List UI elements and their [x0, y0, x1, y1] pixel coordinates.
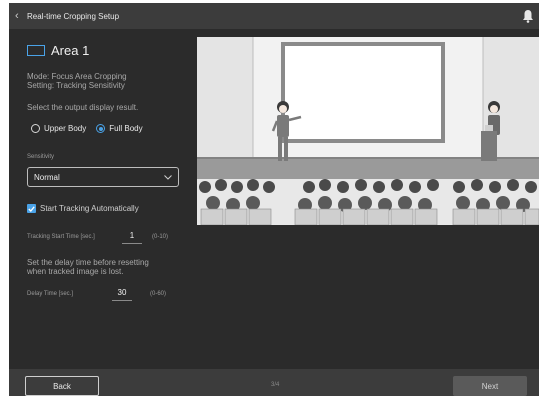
bell-icon[interactable]: [522, 9, 534, 23]
radio-label: Upper Body: [44, 124, 87, 133]
chevron-down-icon: [164, 174, 172, 180]
radio-circle-icon[interactable]: [31, 124, 40, 133]
area-header: Area 1: [27, 43, 89, 58]
lecture-hall-image: [197, 37, 539, 225]
area-frame-icon: [27, 45, 45, 56]
page-title: Real-time Cropping Setup: [27, 11, 120, 21]
tracking-start-range: (0-10): [152, 234, 169, 240]
app-window: ‹ Real-time Cropping Setup Area 1 Mode: …: [9, 3, 539, 396]
radio-label: Full Body: [109, 124, 143, 133]
tracking-start-input[interactable]: 1: [122, 231, 142, 244]
page-indicator: 3/4: [271, 382, 280, 388]
radio-upper-body[interactable]: Upper Body: [31, 124, 86, 133]
sensitivity-value: Normal: [34, 172, 60, 182]
auto-tracking-option[interactable]: Start Tracking Automatically: [27, 204, 139, 213]
radio-selected-icon[interactable]: [96, 124, 106, 133]
setting-line: Setting: Tracking Sensitivity: [27, 81, 125, 90]
delay-description-line: when tracked image is lost.: [27, 267, 124, 276]
checkmark-icon: [28, 205, 35, 212]
checkbox-checked-icon[interactable]: [27, 204, 36, 213]
settings-panel: Area 1 Mode: Focus Area Cropping Setting…: [9, 29, 194, 369]
delay-time-input[interactable]: 30: [112, 288, 132, 301]
sensitivity-select[interactable]: Normal: [27, 167, 179, 187]
mode-description: Mode: Focus Area Cropping Setting: Track…: [27, 72, 127, 90]
delay-time-range: (0-60): [150, 291, 167, 297]
back-button[interactable]: Back: [25, 376, 99, 396]
chevron-left-icon[interactable]: ‹: [15, 10, 25, 22]
output-radio-group: Upper Body Full Body: [31, 124, 153, 133]
area-title: Area 1: [51, 43, 90, 58]
tracking-start-row: Tracking Start Time [sec.] 1 (0-10): [27, 231, 168, 244]
delay-time-label: Delay Time [sec.]: [27, 291, 74, 297]
delay-time-row: Delay Time [sec.] 30 (0-60): [27, 288, 166, 301]
sensitivity-label: Sensitivity: [27, 154, 55, 160]
delay-description: Set the delay time before resetting when…: [27, 258, 192, 276]
camera-preview: [197, 37, 539, 225]
footer-bar: Back 3/4 Next: [9, 369, 539, 396]
auto-tracking-label: Start Tracking Automatically: [40, 204, 139, 213]
radio-full-body[interactable]: Full Body: [96, 124, 143, 133]
mode-line: Mode: Focus Area Cropping: [27, 72, 127, 81]
title-bar: ‹ Real-time Cropping Setup: [9, 3, 539, 29]
select-output-prompt: Select the output display result.: [27, 103, 139, 112]
next-button[interactable]: Next: [453, 376, 527, 396]
delay-description-line: Set the delay time before resetting: [27, 258, 149, 267]
tracking-start-label: Tracking Start Time [sec.]: [27, 234, 95, 240]
